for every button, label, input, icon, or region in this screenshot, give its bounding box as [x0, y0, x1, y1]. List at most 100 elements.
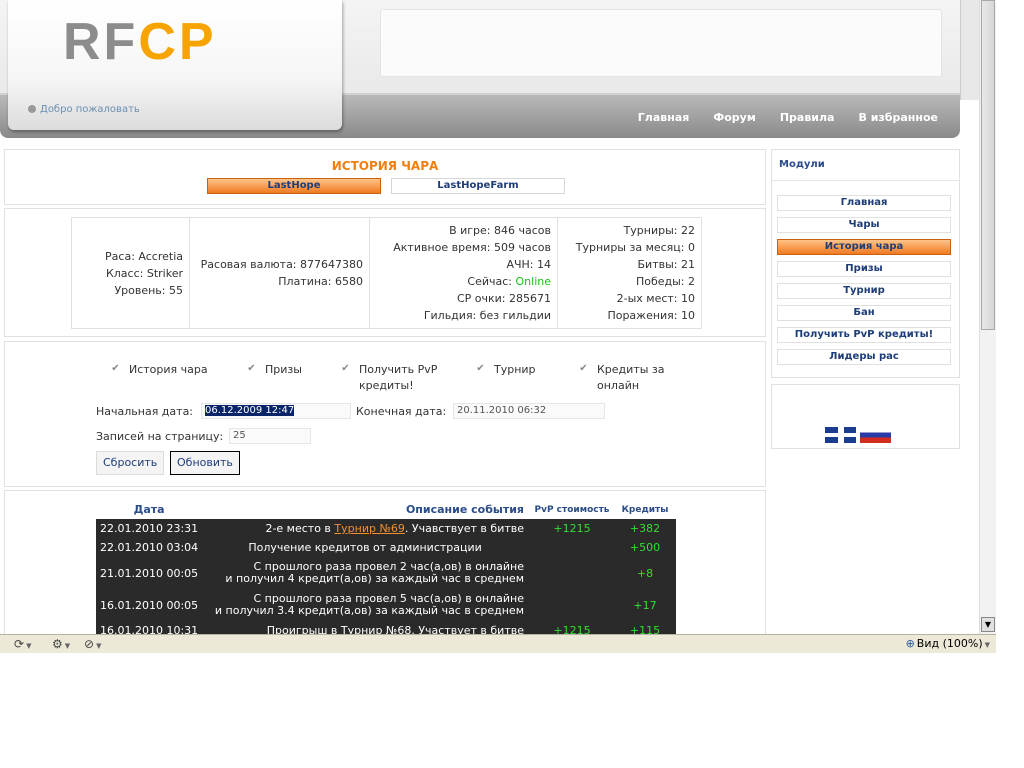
event-pvp-cost: +1215	[530, 621, 614, 634]
nav-forum[interactable]: Форум	[713, 111, 756, 124]
status-badge: Online	[515, 275, 551, 288]
event-pvp-cost	[530, 538, 614, 557]
checkbox-pvp-credits[interactable]: ✔ Получить PvP кредиты!	[339, 362, 437, 394]
russian-flag-icon[interactable]	[860, 427, 891, 443]
logo-rf: RF	[63, 13, 139, 71]
nav-rules[interactable]: Правила	[780, 111, 835, 124]
browser-viewport: RFCP Добро пожаловать Главная Форум Прав…	[0, 0, 979, 634]
event-desc-line: и получил 4 кредит(а,ов) за каждый час в…	[225, 572, 524, 585]
table-row: 22.01.2010 03:04 Получение кредитов от а…	[96, 538, 676, 557]
stat-active-time: Активное время: 509 часов	[393, 241, 551, 254]
event-description: С прошлого раза провел 2 час(а,ов) в онл…	[202, 557, 530, 589]
events-header-row: Дата Описание события PvP стоимость Кред…	[96, 500, 676, 519]
uk-flag-icon[interactable]	[825, 427, 856, 443]
stat-battles: Битвы: 21	[637, 258, 695, 271]
sidebar-item-pvp-credits[interactable]: Получить PvP кредиты!	[777, 327, 951, 343]
char-tab-lasthopefarm[interactable]: LastHopeFarm	[391, 178, 565, 194]
welcome-message: Добро пожаловать	[28, 104, 140, 115]
table-row: 16.01.2010 00:05 С прошлого раза провел …	[96, 589, 676, 621]
sidebar-item-char-history[interactable]: История чара	[777, 239, 951, 255]
event-credits: +500	[614, 538, 676, 557]
checkbox-online-credits[interactable]: ✔ Кредиты за онлайн	[577, 362, 665, 394]
scroll-down-arrow-icon[interactable]: ▼	[981, 617, 995, 632]
event-desc-text: Проигрыш в	[266, 624, 341, 634]
event-description: 2-е место в Турнир №69. Учавствует в бит…	[202, 519, 530, 538]
nav-favorites[interactable]: В избранное	[858, 111, 938, 124]
end-date-label: Конечная дата:	[356, 405, 447, 418]
tournament-link[interactable]: Турнир №69	[334, 522, 404, 535]
events-panel: Дата Описание события PvP стоимость Кред…	[4, 490, 766, 634]
event-date: 16.01.2010 00:05	[96, 589, 203, 621]
zoom-control[interactable]: ⊕ Вид (100%) ▼	[906, 637, 990, 652]
events-table: Дата Описание события PvP стоимость Кред…	[96, 500, 676, 634]
start-date-input[interactable]: 06.12.2009 12:47	[201, 403, 351, 419]
language-panel	[771, 384, 960, 449]
check-icon: ✔	[111, 363, 120, 374]
stat-class: Класс: Striker	[105, 266, 183, 280]
check-icon: ✔	[579, 363, 588, 374]
network-icon[interactable]: ⚙ ▼	[52, 636, 70, 652]
checkbox-label: Призы	[265, 363, 302, 376]
event-date: 22.01.2010 03:04	[96, 538, 203, 557]
event-credits: +382	[614, 519, 676, 538]
stat-now: Сейчас: Online	[376, 273, 551, 290]
check-icon: ✔	[341, 363, 350, 374]
checkbox-tournament[interactable]: ✔ Турнир	[474, 362, 535, 378]
sidebar-item-chars[interactable]: Чары	[777, 217, 951, 233]
stat-now-label: Сейчас:	[467, 275, 516, 288]
browser-status-bar: ⟳ ▼ ⚙ ▼ ⊘ ▼ ⊕ Вид (100%) ▼	[0, 634, 996, 653]
nav-home[interactable]: Главная	[638, 111, 690, 124]
site-logo[interactable]: RFCP	[63, 12, 217, 72]
event-credits: +8	[614, 557, 676, 589]
col-pvp-cost: PvP стоимость	[534, 504, 610, 515]
security-zone-icon[interactable]: ⊘ ▼	[84, 636, 101, 652]
event-desc-text: . Учавствует в битве	[404, 522, 524, 535]
event-desc-line: и получил 3.4 кредит(а,ов) за каждый час…	[214, 604, 524, 617]
stat-race-currency: Расовая валюта: 877647380	[200, 258, 363, 271]
event-pvp-cost	[530, 589, 614, 621]
stat-wins: Победы: 2	[635, 275, 695, 288]
start-date-value: 06.12.2009 12:47	[205, 405, 295, 416]
checkbox-label: Кредиты за онлайн	[597, 363, 665, 392]
event-description: С прошлого раза провел 5 час(а,ов) в онл…	[202, 589, 530, 621]
stat-tournaments: Турниры: 22	[623, 224, 695, 237]
header-banner-box	[380, 9, 942, 77]
modules-title: Модули	[779, 159, 825, 170]
divider	[772, 180, 959, 181]
stat-cp-points: CP очки: 285671	[456, 292, 551, 305]
title-panel: ИСТОРИЯ ЧАРА LastHope LastHopeFarm	[4, 149, 766, 205]
char-tab-lasthope[interactable]: LastHope	[207, 178, 381, 194]
sidebar-item-prizes[interactable]: Призы	[777, 261, 951, 277]
per-page-label: Записей на страницу:	[96, 430, 224, 443]
scrollbar-thumb[interactable]	[981, 0, 995, 330]
update-button[interactable]: Обновить	[170, 451, 240, 475]
refresh-icon[interactable]: ⟳ ▼	[14, 636, 31, 652]
event-date: 16.01.2010 10:31	[96, 621, 203, 634]
event-desc-text: . Участвует в битве	[411, 624, 524, 634]
event-date: 22.01.2010 23:31	[96, 519, 203, 538]
welcome-text: Добро пожаловать	[40, 104, 140, 115]
reset-button[interactable]: Сбросить	[96, 451, 165, 475]
sidebar-item-ban[interactable]: Бан	[777, 305, 951, 321]
stat-in-game: В игре: 846 часов	[449, 224, 551, 237]
header-side-strip	[960, 0, 979, 100]
event-description: Получение кредитов от администрации	[202, 538, 530, 557]
sidebar-item-home[interactable]: Главная	[777, 195, 951, 211]
sidebar-item-race-leaders[interactable]: Лидеры рас	[777, 349, 951, 365]
event-description: Проигрыш в Турнир №68. Участвует в битве	[202, 621, 530, 634]
stats-basic: Раса: Accretia Класс: Striker Уровень: 5…	[71, 217, 190, 329]
logo-box: RFCP Добро пожаловать	[8, 0, 342, 130]
sidebar-item-tournament[interactable]: Турнир	[777, 283, 951, 299]
end-date-input[interactable]: 20.11.2010 06:32	[453, 403, 605, 419]
vertical-scrollbar[interactable]: ▼	[979, 0, 996, 634]
per-page-input[interactable]: 25	[229, 428, 311, 444]
table-row: 22.01.2010 23:31 2-е место в Турнир №69.…	[96, 519, 676, 538]
table-row: 16.01.2010 10:31 Проигрыш в Турнир №68. …	[96, 621, 676, 634]
top-nav: Главная Форум Правила В избранное	[638, 111, 938, 124]
tournament-link[interactable]: Турнир №68	[341, 624, 411, 634]
stats-battles: Турниры: 22 Турниры за месяц: 0 Битвы: 2…	[557, 217, 702, 329]
checkbox-char-history[interactable]: ✔ История чара	[109, 362, 207, 378]
event-credits: +115	[614, 621, 676, 634]
zoom-level: Вид (100%)	[916, 637, 983, 650]
checkbox-prizes[interactable]: ✔ Призы	[245, 362, 302, 378]
